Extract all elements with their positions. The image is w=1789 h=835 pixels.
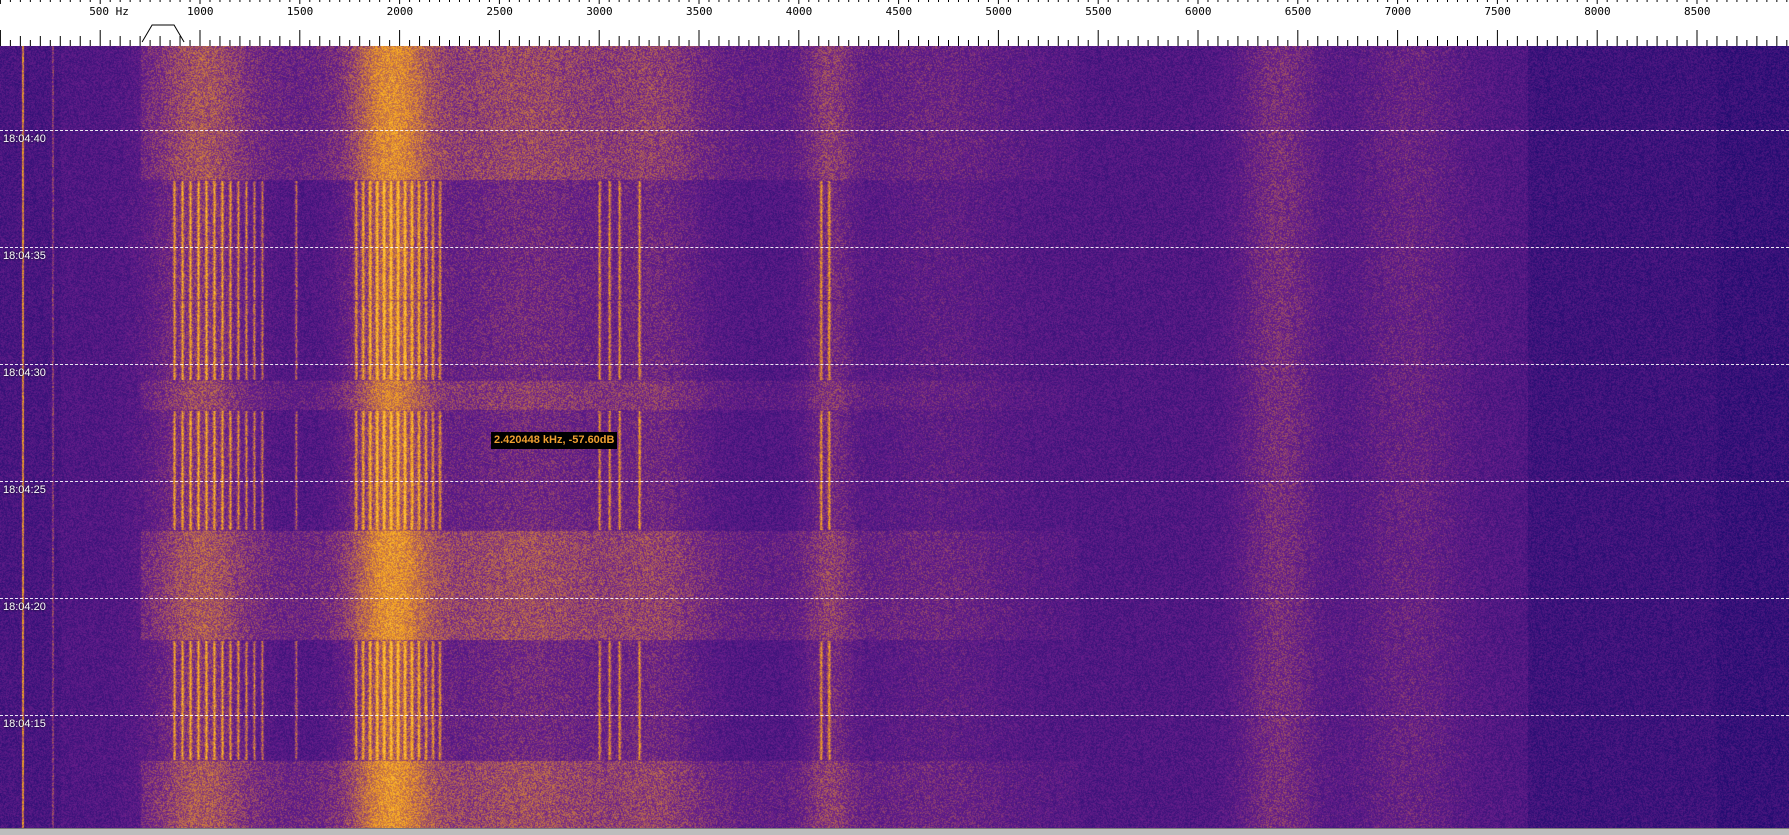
frequency-label: 7000 xyxy=(1384,5,1412,18)
time-gridline xyxy=(0,715,1789,716)
frequency-label: 1500 xyxy=(286,5,314,18)
time-label: 18:04:15 xyxy=(3,718,46,730)
frequency-label: 4500 xyxy=(885,5,913,18)
time-gridline xyxy=(0,481,1789,482)
frequency-label: 5000 xyxy=(985,5,1012,18)
frequency-scale[interactable]: 500 Hz 1000 1500 2000 2500 3000 3500 4000 4500 50… xyxy=(0,0,1789,47)
frequency-label: 500 Hz xyxy=(89,5,129,18)
frequency-label: 6500 xyxy=(1284,5,1312,18)
time-label: 18:04:20 xyxy=(3,601,46,613)
frequency-label: 2000 xyxy=(386,5,414,18)
time-label: 18:04:30 xyxy=(3,367,46,379)
time-gridline xyxy=(0,130,1789,131)
time-gridline xyxy=(0,598,1789,599)
frequency-label: 1000 xyxy=(187,5,214,18)
frequency-label: 5500 xyxy=(1085,5,1112,18)
time-gridline xyxy=(0,247,1789,248)
frequency-label: 7500 xyxy=(1484,5,1511,18)
time-label: 18:04:40 xyxy=(3,133,46,145)
spectrum-waterfall-window: 500 Hz 1000 1500 2000 2500 3000 3500 4000 4500 50… xyxy=(0,0,1789,835)
frequency-label: 3000 xyxy=(586,5,613,18)
frequency-label: 3500 xyxy=(686,5,713,18)
frequency-label: 6000 xyxy=(1185,5,1212,18)
time-label: 18:04:35 xyxy=(3,250,46,262)
cursor-readout: 2.420448 kHz, -57.60dB xyxy=(491,432,618,449)
frequency-label: 8500 xyxy=(1684,5,1711,18)
frequency-label: 4000 xyxy=(785,5,813,18)
waterfall-canvas[interactable] xyxy=(0,46,1789,828)
time-gridline xyxy=(0,364,1789,365)
frequency-label: 8000 xyxy=(1584,5,1611,18)
frequency-label: 2500 xyxy=(486,5,513,18)
waterfall-display[interactable]: 18:04:40 18:04:35 18:04:30 18:04:25 18:04:20… xyxy=(0,46,1789,828)
time-label: 18:04:25 xyxy=(3,484,46,496)
passband-marker[interactable] xyxy=(141,24,185,43)
